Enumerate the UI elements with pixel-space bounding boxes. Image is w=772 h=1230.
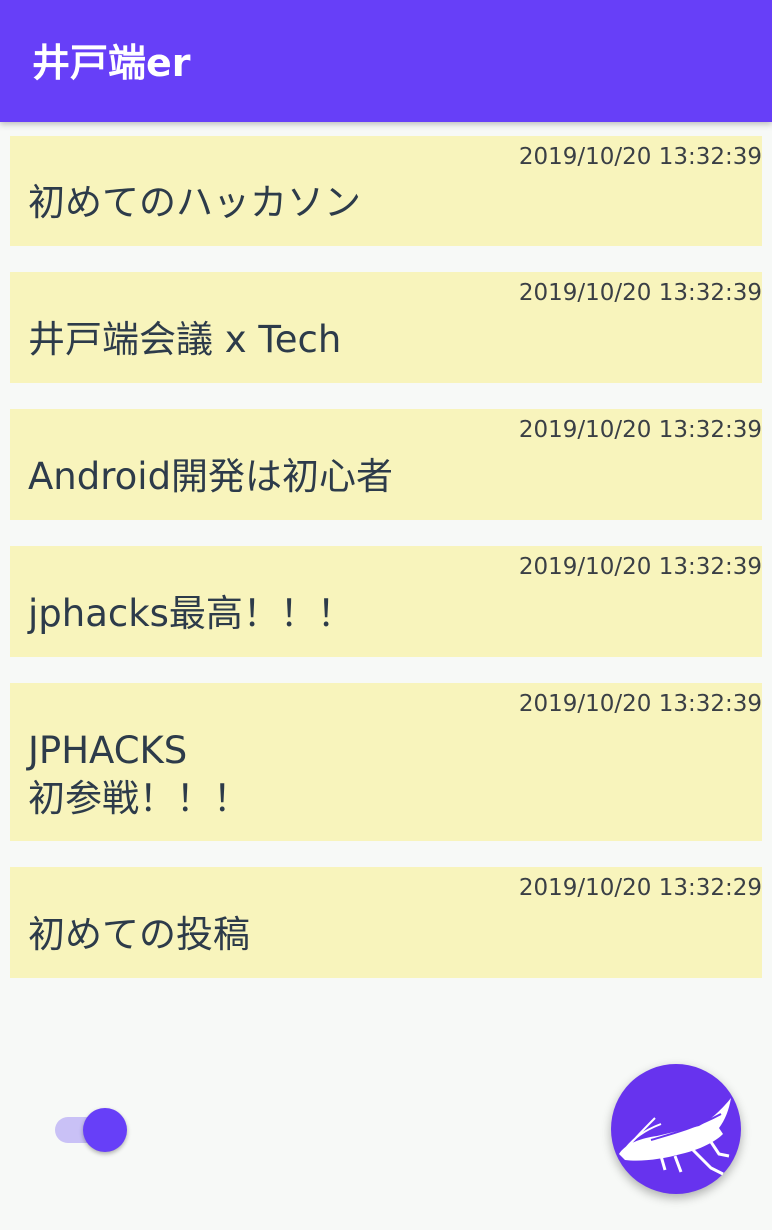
post-text: JPHACKS 初参戦！！！ (28, 729, 250, 820)
post-text: jphacks最高！！！ (28, 592, 354, 635)
post-timestamp: 2019/10/20 13:32:39 (518, 144, 762, 170)
new-post-fab-button[interactable] (611, 1064, 741, 1194)
toggle-thumb (83, 1108, 127, 1152)
app-title: 井戸端er (32, 41, 191, 85)
post-card[interactable]: 2019/10/20 13:32:39 初めてのハッカソン (10, 136, 762, 246)
post-card[interactable]: 2019/10/20 13:32:39 JPHACKS 初参戦！！！ (10, 683, 762, 841)
post-timestamp: 2019/10/20 13:32:39 (518, 280, 762, 306)
post-text: 初めてのハッカソン (28, 181, 361, 224)
post-text: 井戸端会議 x Tech (28, 318, 342, 361)
post-card[interactable]: 2019/10/20 13:32:39 jphacks最高！！！ (10, 546, 762, 657)
mode-toggle-switch[interactable] (55, 1108, 127, 1152)
post-card[interactable]: 2019/10/20 13:32:29 初めての投稿 (10, 867, 762, 978)
post-timestamp: 2019/10/20 13:32:39 (518, 417, 762, 443)
post-timestamp: 2019/10/20 13:32:39 (518, 554, 762, 580)
post-timestamp: 2019/10/20 13:32:29 (518, 875, 762, 901)
post-list[interactable]: 2019/10/20 13:32:39 初めてのハッカソン 2019/10/20… (10, 136, 762, 1004)
post-timestamp: 2019/10/20 13:32:39 (518, 691, 762, 717)
post-card[interactable]: 2019/10/20 13:32:39 Android開発は初心者 (10, 409, 762, 520)
post-text: Android開発は初心者 (28, 455, 394, 498)
app-bar: 井戸端er (0, 0, 772, 122)
grasshopper-icon (619, 1098, 731, 1176)
post-card[interactable]: 2019/10/20 13:32:39 井戸端会議 x Tech (10, 272, 762, 383)
post-text: 初めての投稿 (28, 913, 250, 956)
